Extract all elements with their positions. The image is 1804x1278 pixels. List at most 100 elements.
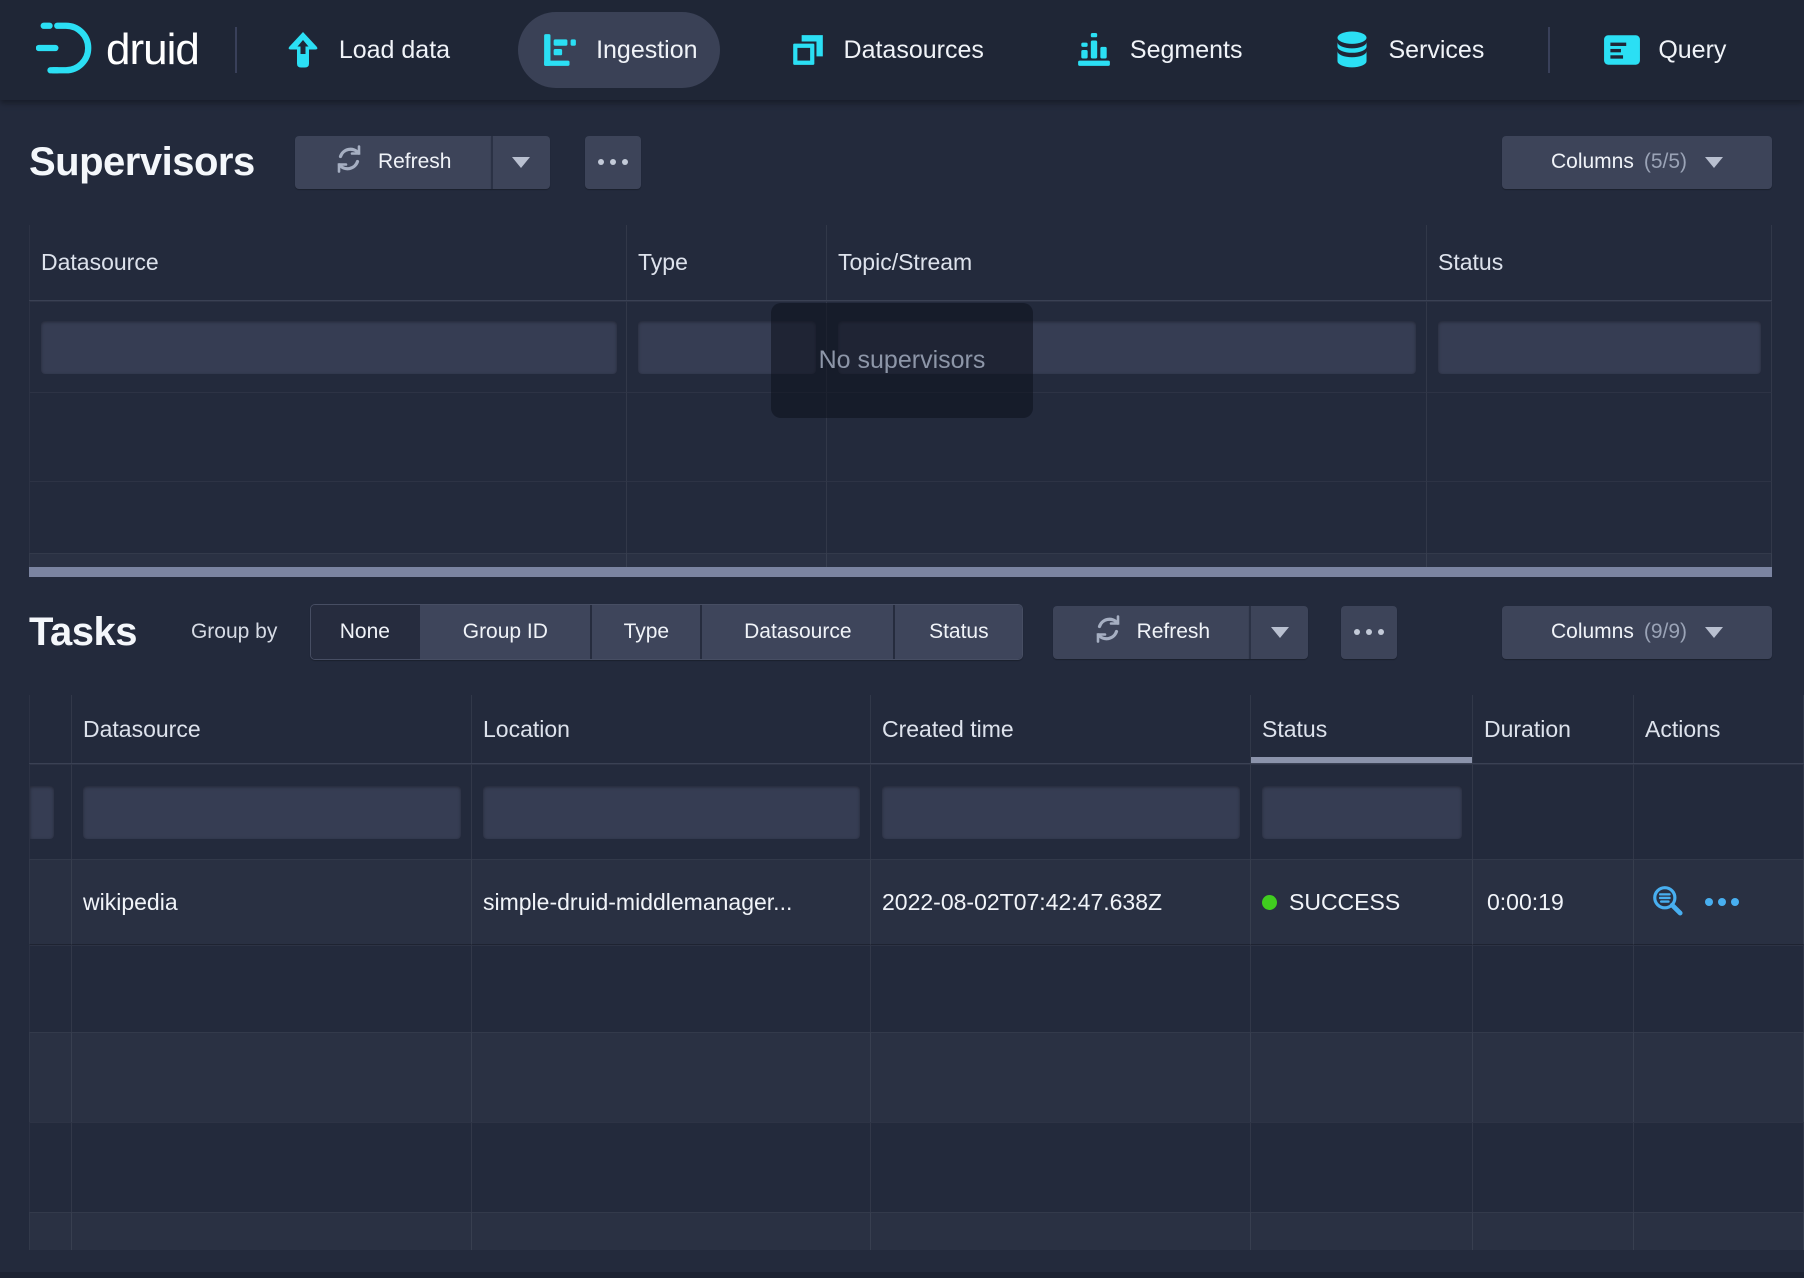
empty-row: [29, 945, 1804, 1032]
cell-status: SUCCESS: [1251, 859, 1473, 945]
database-icon: [1332, 30, 1372, 70]
nav-item-load-data[interactable]: Load data: [261, 12, 472, 88]
druid-brand[interactable]: druid: [36, 19, 199, 82]
success-status-icon: [1262, 895, 1277, 910]
column-header-created-time[interactable]: Created time: [871, 695, 1251, 763]
cell-actions: [1634, 859, 1804, 945]
more-icon: [1354, 629, 1360, 635]
refresh-interval-dropdown[interactable]: [491, 136, 550, 189]
empty-row: [29, 553, 1772, 567]
chevron-down-icon: [1705, 157, 1723, 168]
console-icon: [1602, 30, 1642, 70]
nav-item-label: Segments: [1130, 36, 1243, 65]
nav-item-datasources[interactable]: Datasources: [766, 12, 1006, 88]
nav-item-label: Ingestion: [596, 36, 697, 65]
columns-count: (5/5): [1644, 150, 1687, 174]
row-more-actions-icon[interactable]: [1704, 884, 1740, 920]
empty-row: [29, 1122, 1804, 1212]
columns-label: Columns: [1551, 150, 1634, 174]
tasks-columns-button[interactable]: Columns (9/9): [1502, 606, 1772, 659]
column-header-status-sorted[interactable]: Status: [1251, 695, 1473, 763]
tasks-refresh-split-button: Refresh: [1053, 606, 1308, 659]
bar-chart-icon: [1074, 30, 1114, 70]
supervisors-title: Supervisors: [29, 140, 255, 185]
empty-row: [29, 1032, 1804, 1122]
refresh-icon: [1093, 614, 1123, 650]
nav-item-ingestion[interactable]: Ingestion: [518, 12, 719, 88]
filter-datasource-input[interactable]: [41, 321, 617, 374]
cell-duration: 0:00:19: [1473, 859, 1634, 945]
task-row-wikipedia[interactable]: wikipedia simple-druid-middlemanager... …: [29, 859, 1804, 945]
ingestion-icon: [540, 30, 580, 70]
refresh-button[interactable]: Refresh: [1053, 606, 1249, 659]
chevron-down-icon: [1705, 627, 1723, 638]
column-header-status[interactable]: Status: [1427, 225, 1772, 300]
horizontal-scrollbar[interactable]: [29, 567, 1772, 577]
tasks-title: Tasks: [29, 610, 137, 655]
group-by-datasource-button[interactable]: Datasource: [700, 605, 893, 659]
group-by-none-button[interactable]: None: [311, 605, 418, 659]
refresh-label: Refresh: [378, 150, 452, 174]
more-icon: [598, 159, 604, 165]
supervisors-more-button[interactable]: [585, 136, 641, 189]
filter-status-input[interactable]: [1262, 786, 1462, 839]
column-header-blank: [29, 695, 72, 763]
nav-item-query[interactable]: Query: [1580, 12, 1748, 88]
nav-item-label: Datasources: [844, 36, 984, 65]
filter-created-time-input[interactable]: [882, 786, 1240, 839]
no-supervisors-overlay: No supervisors: [771, 303, 1033, 418]
brand-name: druid: [106, 25, 199, 75]
tasks-table: Datasource Location Created time Status …: [29, 695, 1804, 1250]
filter-cutoff-input[interactable]: [30, 786, 54, 839]
bottom-scrollbar-track[interactable]: [0, 1272, 1804, 1278]
empty-row: [29, 481, 1772, 553]
refresh-icon: [334, 144, 364, 180]
nav-divider: [1548, 27, 1550, 73]
cell-location: simple-druid-middlemanager...: [472, 859, 871, 945]
cell-created-time: 2022-08-02T07:42:47.638Z: [871, 859, 1251, 945]
tasks-section: Tasks Group by None Group ID Type Dataso…: [0, 604, 1804, 1250]
refresh-interval-dropdown[interactable]: [1249, 606, 1308, 659]
column-header-topic-stream[interactable]: Topic/Stream: [827, 225, 1427, 300]
empty-message: No supervisors: [819, 346, 986, 375]
nav-item-services[interactable]: Services: [1310, 12, 1506, 88]
filter-status-input[interactable]: [1438, 321, 1761, 374]
column-header-location[interactable]: Location: [472, 695, 871, 763]
supervisors-section: Supervisors Refresh: [0, 135, 1804, 577]
columns-label: Columns: [1551, 620, 1634, 644]
view-details-magnifier-icon[interactable]: [1650, 884, 1686, 920]
columns-count: (9/9): [1644, 620, 1687, 644]
column-header-datasource[interactable]: Datasource: [29, 225, 627, 300]
chevron-down-icon: [1271, 627, 1289, 638]
chevron-down-icon: [512, 157, 530, 168]
druid-logo-icon: [36, 19, 94, 82]
nav-item-label: Query: [1658, 36, 1726, 65]
upload-icon: [283, 30, 323, 70]
nav-item-segments[interactable]: Segments: [1052, 12, 1265, 88]
filter-location-input[interactable]: [483, 786, 860, 839]
status-text: SUCCESS: [1289, 889, 1400, 916]
nav-item-label: Load data: [339, 36, 450, 65]
supervisors-columns-button[interactable]: Columns (5/5): [1502, 136, 1772, 189]
group-by-status-button[interactable]: Status: [893, 605, 1022, 659]
refresh-label: Refresh: [1137, 620, 1211, 644]
column-header-duration[interactable]: Duration: [1473, 695, 1634, 763]
tasks-more-button[interactable]: [1341, 606, 1397, 659]
layers-icon: [788, 30, 828, 70]
empty-row: [29, 1212, 1804, 1250]
nav-item-label: Services: [1388, 36, 1484, 65]
group-by-type-button[interactable]: Type: [590, 605, 700, 659]
column-header-datasource[interactable]: Datasource: [72, 695, 472, 763]
group-by-group-id-button[interactable]: Group ID: [418, 605, 590, 659]
cell-datasource: wikipedia: [72, 859, 472, 945]
supervisors-table: Datasource Type Topic/Stream Status No s…: [29, 225, 1772, 577]
supervisors-refresh-split-button: Refresh: [295, 136, 550, 189]
refresh-button[interactable]: Refresh: [295, 136, 491, 189]
group-by-label: Group by: [191, 620, 277, 644]
nav-divider: [235, 27, 237, 73]
filter-datasource-input[interactable]: [83, 786, 461, 839]
top-nav: druid Load data Ingestion: [0, 0, 1804, 100]
column-header-type[interactable]: Type: [627, 225, 827, 300]
column-header-actions[interactable]: Actions: [1634, 695, 1804, 763]
group-by-button-group: None Group ID Type Datasource Status: [310, 604, 1023, 660]
